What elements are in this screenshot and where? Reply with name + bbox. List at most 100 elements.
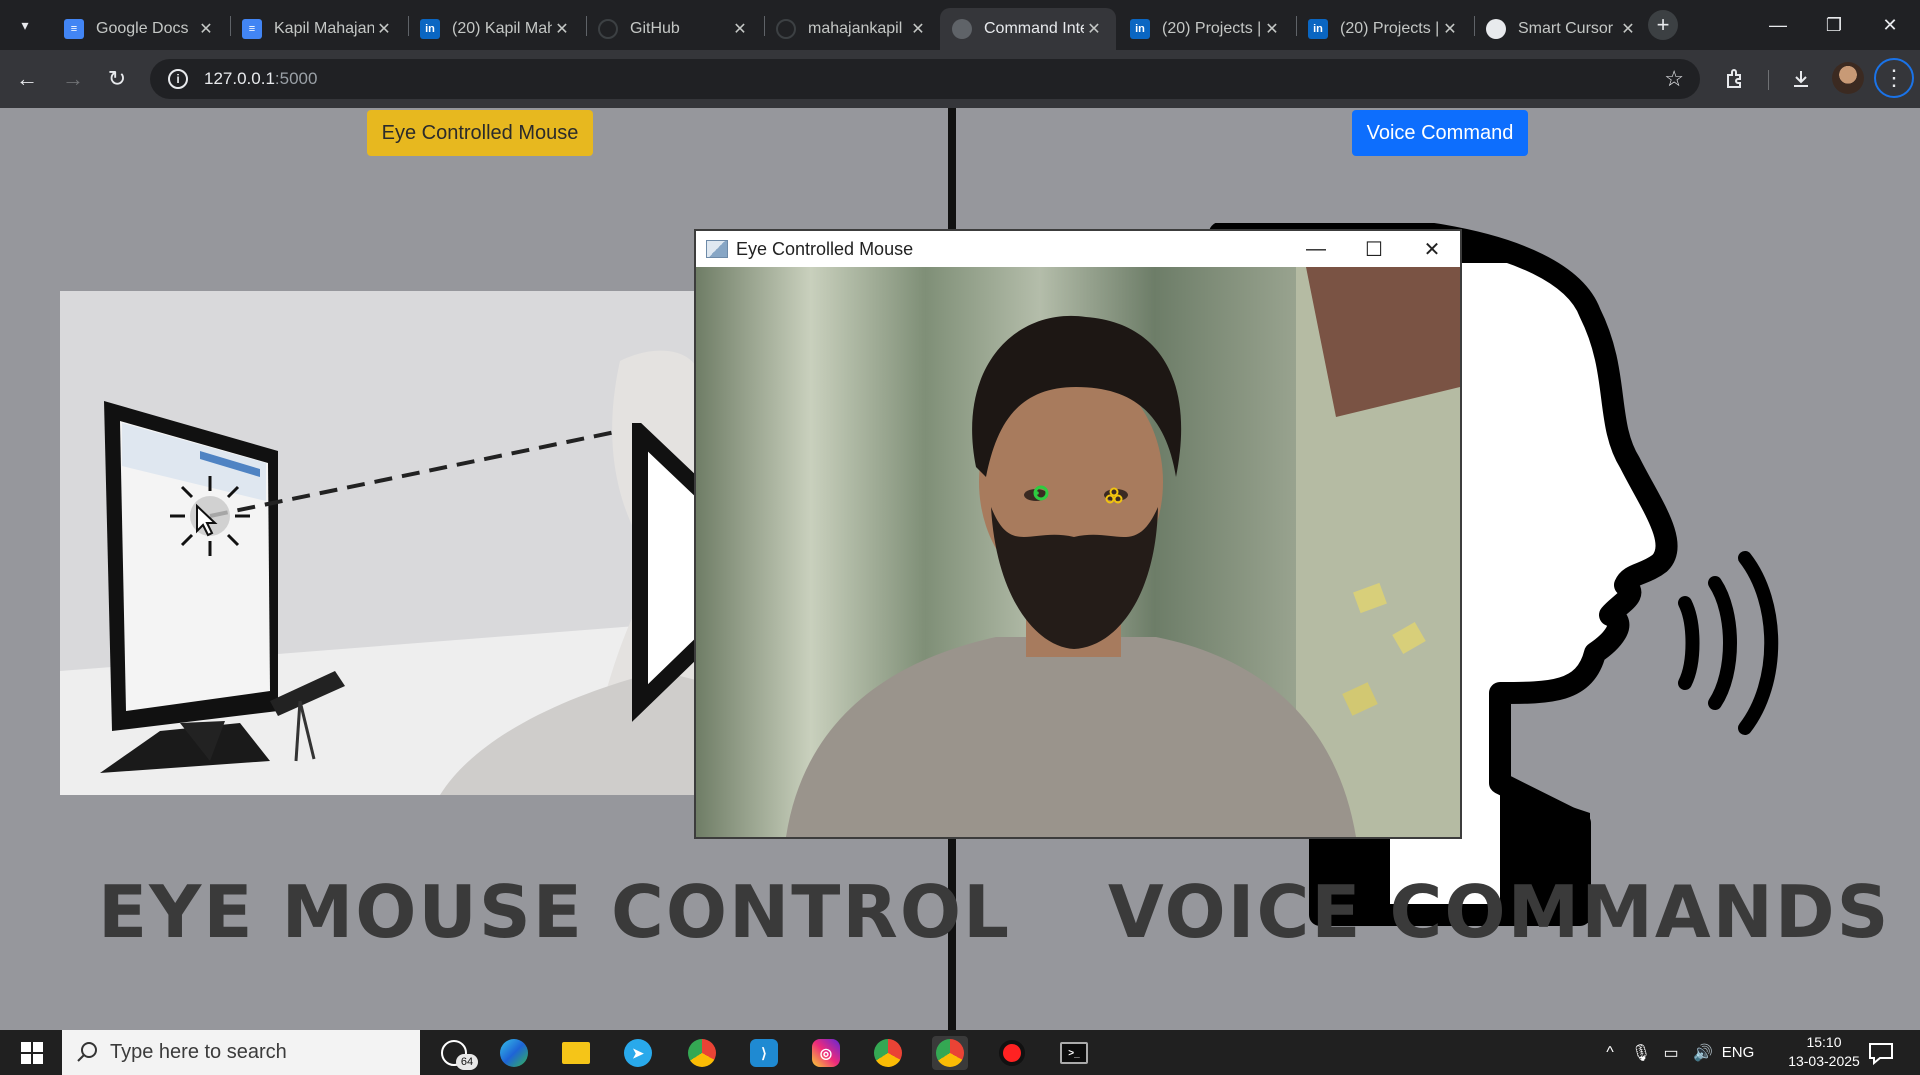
close-icon[interactable]: ✕ — [552, 19, 572, 39]
tab-label: (20) Projects | LinkedIn — [1162, 20, 1262, 37]
new-tab-button[interactable]: + — [1648, 10, 1678, 40]
record-icon — [999, 1040, 1025, 1066]
whatsapp-badge: 64 — [456, 1054, 478, 1070]
system-clock[interactable]: 15:10 13-03-2025 — [1778, 1033, 1870, 1071]
instagram-app[interactable]: ◎ — [808, 1036, 844, 1070]
telegram-icon: ➤ — [624, 1039, 652, 1067]
chatgpt-icon — [1486, 19, 1506, 39]
file-explorer-app[interactable] — [558, 1036, 594, 1070]
close-icon[interactable]: ✕ — [1084, 19, 1104, 39]
microphone-icon[interactable]: 🎙 — [1628, 1030, 1654, 1075]
close-icon[interactable]: ✕ — [730, 19, 750, 39]
search-icon — [77, 1042, 97, 1062]
chrome-app[interactable] — [684, 1036, 720, 1070]
language-indicator[interactable]: ENG — [1718, 1030, 1758, 1075]
tab-search-chevron-icon[interactable]: ▾ — [10, 10, 40, 40]
vscode-app[interactable]: ⟩ — [746, 1036, 782, 1070]
back-arrow-icon[interactable]: ← — [10, 62, 44, 96]
battery-icon[interactable]: ▭ — [1656, 1030, 1686, 1075]
eye-controlled-mouse-button[interactable]: Eye Controlled Mouse — [367, 110, 593, 156]
tab-label: (20) Kapil Mahajan — [452, 20, 552, 37]
extensions-puzzle-icon[interactable] — [1718, 62, 1752, 96]
voice-command-button[interactable]: Voice Command — [1352, 110, 1528, 156]
linkedin-icon: in — [1308, 19, 1328, 39]
tab-google-docs[interactable]: ≡ Google Docs ✕ — [52, 8, 228, 50]
chrome-profile-app[interactable] — [870, 1036, 906, 1070]
docs-icon: ≡ — [242, 19, 262, 39]
windows-start-icon[interactable] — [10, 1030, 54, 1075]
edge-app[interactable] — [496, 1036, 532, 1070]
close-window-icon[interactable]: ✕ — [1862, 0, 1918, 50]
tab-label: Kapil Mahajan — [274, 20, 374, 37]
webcam-feed — [696, 267, 1460, 837]
tab-linkedin-profile[interactable]: in (20) Kapil Mahajan ✕ — [408, 8, 584, 50]
chrome-icon — [936, 1039, 964, 1067]
voice-commands-heading: VOICE COMMANDS — [1108, 870, 1891, 954]
telegram-app[interactable]: ➤ — [620, 1036, 656, 1070]
window-title-bar[interactable]: Eye Controlled Mouse — ☐ ✕ — [696, 231, 1460, 267]
docs-icon: ≡ — [64, 19, 84, 39]
close-icon[interactable]: ✕ — [374, 19, 394, 39]
taskbar-search-input[interactable]: Type here to search — [62, 1030, 420, 1075]
window-title: Eye Controlled Mouse — [736, 238, 914, 259]
url-host: 127.0.0.1 — [204, 69, 275, 88]
tab-linkedin-projects-1[interactable]: in (20) Projects | LinkedIn ✕ — [1118, 8, 1294, 50]
close-icon[interactable]: ✕ — [196, 19, 216, 39]
edge-icon — [500, 1039, 528, 1067]
show-hidden-icons-chevron-icon[interactable]: ^ — [1596, 1030, 1624, 1075]
notification-center-icon[interactable] — [1866, 1038, 1896, 1068]
search-placeholder: Type here to search — [110, 1041, 287, 1063]
close-window-icon[interactable]: ✕ — [1404, 231, 1460, 267]
instagram-icon: ◎ — [812, 1039, 840, 1067]
tab-label: Command Interface — [984, 20, 1084, 37]
tab-label: mahajankapil — [808, 20, 903, 37]
chrome-icon — [688, 1039, 716, 1067]
volume-icon[interactable]: 🔊 — [1688, 1030, 1718, 1075]
tab-github-profile[interactable]: mahajankapil ✕ — [764, 8, 940, 50]
browser-menu-icon[interactable]: ⋮ — [1874, 58, 1914, 98]
globe-icon — [952, 19, 972, 39]
maximize-icon[interactable]: ☐ — [1346, 231, 1402, 267]
tab-linkedin-projects-2[interactable]: in (20) Projects | LinkedIn ✕ — [1296, 8, 1472, 50]
browser-toolbar: ← → ↻ i 127.0.0.1:5000 ☆ — [0, 50, 1920, 108]
tab-github[interactable]: GitHub ✕ — [586, 8, 762, 50]
github-icon — [598, 19, 618, 39]
tab-label: (20) Projects | LinkedIn — [1340, 20, 1440, 37]
vscode-icon: ⟩ — [750, 1039, 778, 1067]
clock-date: 13-03-2025 — [1788, 1053, 1860, 1069]
minimize-icon[interactable]: — — [1750, 0, 1806, 50]
forward-arrow-icon[interactable]: → — [56, 62, 90, 96]
tab-smart-cursor[interactable]: Smart Cursor ✕ — [1474, 8, 1650, 50]
chrome-icon — [874, 1039, 902, 1067]
windows-taskbar: Type here to search 64 ➤ ⟩ ◎ >_ ^ 🎙 ▭ 🔊 … — [0, 1030, 1920, 1075]
download-icon[interactable] — [1784, 62, 1818, 96]
terminal-app[interactable]: >_ — [1056, 1036, 1092, 1070]
recorder-app[interactable] — [994, 1036, 1030, 1070]
reload-icon[interactable]: ↻ — [100, 62, 134, 96]
close-icon[interactable]: ✕ — [1440, 19, 1460, 39]
bookmark-star-icon[interactable]: ☆ — [1664, 66, 1684, 92]
close-icon[interactable]: ✕ — [1262, 19, 1282, 39]
tab-command-interface[interactable]: Command Interface ✕ — [940, 8, 1116, 50]
tab-strip: ▾ ≡ Google Docs ✕ ≡ Kapil Mahajan ✕ in (… — [0, 0, 1920, 50]
linkedin-icon: in — [1130, 19, 1150, 39]
tab-kapil-doc[interactable]: ≡ Kapil Mahajan ✕ — [230, 8, 406, 50]
github-icon — [776, 19, 796, 39]
close-icon[interactable]: ✕ — [1618, 19, 1638, 39]
profile-avatar[interactable] — [1832, 62, 1864, 94]
terminal-icon: >_ — [1060, 1042, 1088, 1064]
clock-time: 15:10 — [1806, 1034, 1842, 1050]
restore-icon[interactable]: ❐ — [1806, 0, 1862, 50]
eye-controlled-mouse-window: Eye Controlled Mouse — ☐ ✕ — [694, 229, 1462, 839]
minimize-icon[interactable]: — — [1288, 231, 1344, 267]
chrome-active-app[interactable] — [932, 1036, 968, 1070]
url-port: :5000 — [274, 69, 318, 88]
close-icon[interactable]: ✕ — [908, 19, 928, 39]
app-window-icon — [706, 240, 728, 258]
eye-control-illustration — [60, 291, 700, 795]
address-bar[interactable]: i 127.0.0.1:5000 ☆ — [150, 59, 1700, 99]
tab-label: Google Docs — [96, 20, 189, 37]
whatsapp-app[interactable]: 64 — [436, 1036, 478, 1070]
site-info-icon[interactable]: i — [168, 69, 188, 89]
tab-label: Smart Cursor — [1518, 20, 1614, 37]
